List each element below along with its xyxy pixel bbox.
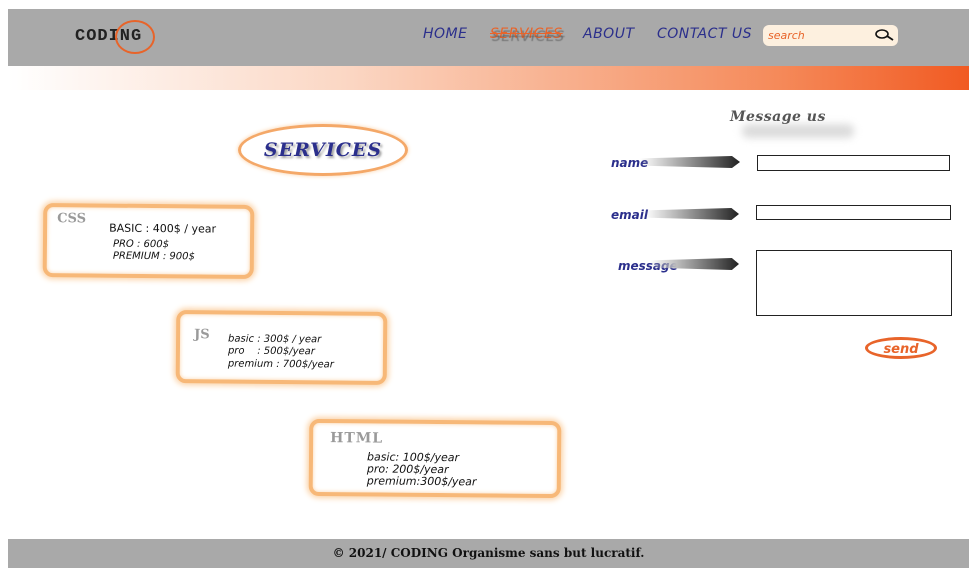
price-pro: PRO : 600$ (112, 238, 170, 251)
footer: © 2021/ CODING Organisme sans but lucrat… (8, 539, 969, 568)
services-heading: SERVICES (238, 124, 408, 176)
header: CODING HOME SERVICES ABOUT CONTACT US (8, 9, 969, 66)
search-box (763, 25, 898, 46)
search-input[interactable] (768, 27, 868, 44)
price-premium: PREMIUM : 900$ (112, 250, 195, 263)
price-pro: pro : 500$/year (227, 345, 315, 358)
send-button[interactable]: send (865, 337, 937, 359)
price-premium: premium : 700$/year (227, 358, 334, 371)
message-field[interactable] (756, 250, 952, 316)
message-us-title: Message us (730, 109, 826, 125)
card-tag: HTML (330, 430, 384, 447)
price-premium: premium:300$/year (366, 474, 477, 489)
service-card-js: JS basic : 300$ / year pro : 500$/year p… (175, 310, 388, 385)
nav-about[interactable]: ABOUT (583, 26, 635, 42)
nav-contact-us[interactable]: CONTACT US (657, 26, 752, 42)
services-title-text: SERVICES (263, 139, 383, 161)
title-shadow (742, 124, 854, 138)
nav-home[interactable]: HOME (423, 26, 467, 42)
logo[interactable]: CODING (75, 20, 155, 54)
email-label: email (611, 208, 648, 222)
logo-ring-icon (115, 20, 155, 54)
send-label: send (883, 342, 919, 357)
footer-text: © 2021/ CODING Organisme sans but lucrat… (332, 546, 645, 560)
name-field[interactable] (757, 155, 950, 171)
price-basic: BASIC : 400$ / year (109, 221, 217, 236)
brush-stroke-icon (645, 208, 739, 220)
price-basic: basic : 300$ / year (228, 333, 322, 346)
card-tag: JS (194, 327, 210, 343)
brush-stroke-icon (640, 156, 740, 168)
service-card-css: CSS BASIC : 400$ / year PRO : 600$ PREMI… (42, 203, 255, 279)
email-field[interactable] (756, 205, 951, 220)
gradient-banner (8, 66, 969, 90)
nav-services[interactable]: SERVICES (490, 26, 563, 42)
search-icon[interactable] (873, 28, 895, 44)
card-tag: CSS (57, 211, 87, 227)
service-card-html: HTML basic: 100$/year pro: 200$/year pre… (308, 418, 562, 499)
